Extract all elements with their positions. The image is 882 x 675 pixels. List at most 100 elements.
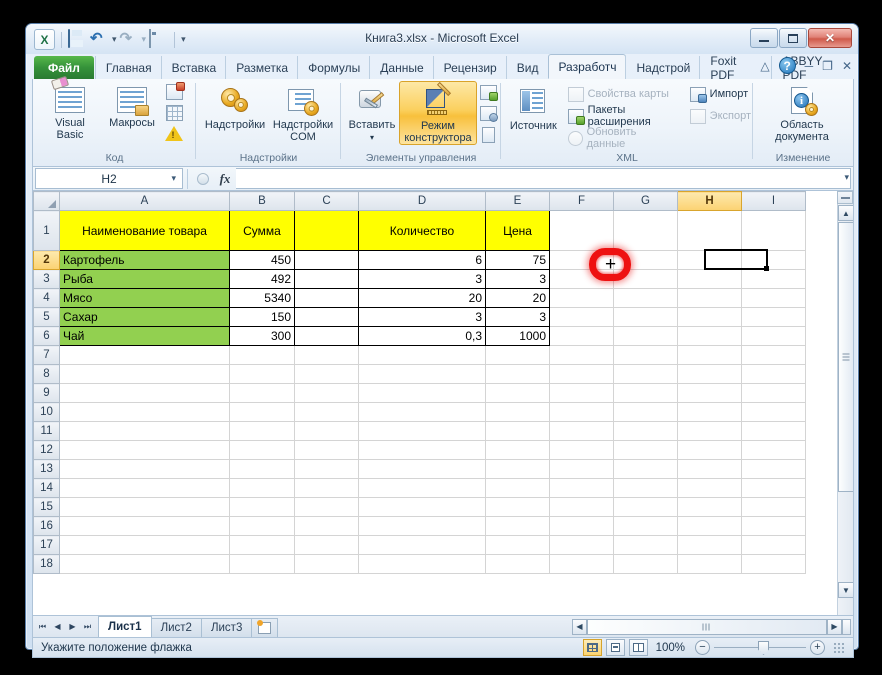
cell-E5[interactable]: 3 [485, 307, 550, 327]
page-break-view-button[interactable] [628, 639, 648, 656]
cell-E8[interactable] [485, 364, 550, 384]
row-header-16[interactable]: 16 [33, 516, 60, 536]
cell-F13[interactable] [549, 459, 614, 479]
cell-B5[interactable]: 150 [229, 307, 295, 327]
cell-H7[interactable] [677, 345, 742, 365]
cell-B17[interactable] [229, 535, 295, 555]
cell-E11[interactable] [485, 421, 550, 441]
cell-F10[interactable] [549, 402, 614, 422]
vertical-split-box[interactable] [837, 191, 853, 204]
import-button[interactable]: Импорт [688, 83, 753, 105]
cell-E7[interactable] [485, 345, 550, 365]
cell-H12[interactable] [677, 440, 742, 460]
cell-A5[interactable]: Сахар [59, 307, 230, 327]
cell-E2[interactable]: 75 [485, 250, 550, 270]
row-header-3[interactable]: 3 [33, 269, 60, 289]
cell-A8[interactable] [59, 364, 230, 384]
sheet-tab-list2[interactable]: Лист2 [150, 618, 202, 637]
cell-I6[interactable] [741, 326, 806, 346]
cell-B15[interactable] [229, 497, 295, 517]
cell-D18[interactable] [358, 554, 486, 574]
cell-B7[interactable] [229, 345, 295, 365]
cell-I5[interactable] [741, 307, 806, 327]
cell-C18[interactable] [294, 554, 359, 574]
cell-C5[interactable] [294, 307, 359, 327]
view-code-icon[interactable] [477, 103, 499, 124]
cell-H5[interactable] [677, 307, 742, 327]
cell-G4[interactable] [613, 288, 678, 308]
row-header-12[interactable]: 12 [33, 440, 60, 460]
row-header-1[interactable]: 1 [33, 210, 60, 251]
cell-E14[interactable] [485, 478, 550, 498]
cell-A6[interactable]: Чай [59, 326, 230, 346]
cell-H16[interactable] [677, 516, 742, 536]
tab-developer[interactable]: Разработч [548, 54, 627, 79]
cell-E10[interactable] [485, 402, 550, 422]
xml-source-button[interactable]: Источник [507, 82, 560, 132]
cell-B14[interactable] [229, 478, 295, 498]
cell-C3[interactable] [294, 269, 359, 289]
cell-I17[interactable] [741, 535, 806, 555]
tab-data[interactable]: Данные [370, 56, 433, 79]
zoom-in-button[interactable]: + [810, 640, 825, 655]
zoom-out-button[interactable]: − [695, 640, 710, 655]
cell-A7[interactable] [59, 345, 230, 365]
row-header-2[interactable]: 2 [33, 250, 60, 270]
cell-G15[interactable] [613, 497, 678, 517]
cell-A14[interactable] [59, 478, 230, 498]
row-header-10[interactable]: 10 [33, 402, 60, 422]
cell-C11[interactable] [294, 421, 359, 441]
cell-C1[interactable] [294, 210, 359, 251]
cell-I11[interactable] [741, 421, 806, 441]
cell-A10[interactable] [59, 402, 230, 422]
cell-F12[interactable] [549, 440, 614, 460]
cell-G17[interactable] [613, 535, 678, 555]
document-panel-button[interactable]: i Область документа [762, 81, 842, 143]
cell-C4[interactable] [294, 288, 359, 308]
cell-A12[interactable] [59, 440, 230, 460]
cell-H6[interactable] [677, 326, 742, 346]
prev-sheet-button[interactable]: ◀ [50, 619, 65, 635]
cell-E9[interactable] [485, 383, 550, 403]
cell-F18[interactable] [549, 554, 614, 574]
row-header-9[interactable]: 9 [33, 383, 60, 403]
cell-H13[interactable] [677, 459, 742, 479]
cell-D10[interactable] [358, 402, 486, 422]
tab-home[interactable]: Главная [96, 56, 162, 79]
cell-B2[interactable]: 450 [229, 250, 295, 270]
cell-E16[interactable] [485, 516, 550, 536]
tab-addins[interactable]: Надстрой [626, 56, 700, 79]
cell-I13[interactable] [741, 459, 806, 479]
cell-F11[interactable] [549, 421, 614, 441]
cell-E15[interactable] [485, 497, 550, 517]
cell-A11[interactable] [59, 421, 230, 441]
cell-H8[interactable] [677, 364, 742, 384]
cell-D13[interactable] [358, 459, 486, 479]
addins-button[interactable]: Надстройки [202, 81, 268, 143]
cell-D12[interactable] [358, 440, 486, 460]
page-layout-view-button[interactable] [605, 639, 625, 656]
cell-C6[interactable] [294, 326, 359, 346]
cell-D17[interactable] [358, 535, 486, 555]
cell-D6[interactable]: 0,3 [358, 326, 486, 346]
cell-D15[interactable] [358, 497, 486, 517]
cell-I15[interactable] [741, 497, 806, 517]
cell-I9[interactable] [741, 383, 806, 403]
expansion-packs-button[interactable]: Пакеты расширения [566, 104, 678, 128]
cell-F17[interactable] [549, 535, 614, 555]
vertical-scroll-thumb[interactable] [838, 222, 853, 492]
tab-view[interactable]: Вид [507, 56, 549, 79]
cell-D14[interactable] [358, 478, 486, 498]
cell-E17[interactable] [485, 535, 550, 555]
cell-D2[interactable]: 6 [358, 250, 486, 270]
cell-A3[interactable]: Рыба [59, 269, 230, 289]
close-button[interactable]: ✕ [808, 28, 852, 48]
cell-G10[interactable] [613, 402, 678, 422]
cell-F5[interactable] [549, 307, 614, 327]
row-header-14[interactable]: 14 [33, 478, 60, 498]
cell-H15[interactable] [677, 497, 742, 517]
cell-C9[interactable] [294, 383, 359, 403]
insert-control-button[interactable]: Вставить ▾ [345, 81, 399, 144]
cell-H11[interactable] [677, 421, 742, 441]
cell-G8[interactable] [613, 364, 678, 384]
